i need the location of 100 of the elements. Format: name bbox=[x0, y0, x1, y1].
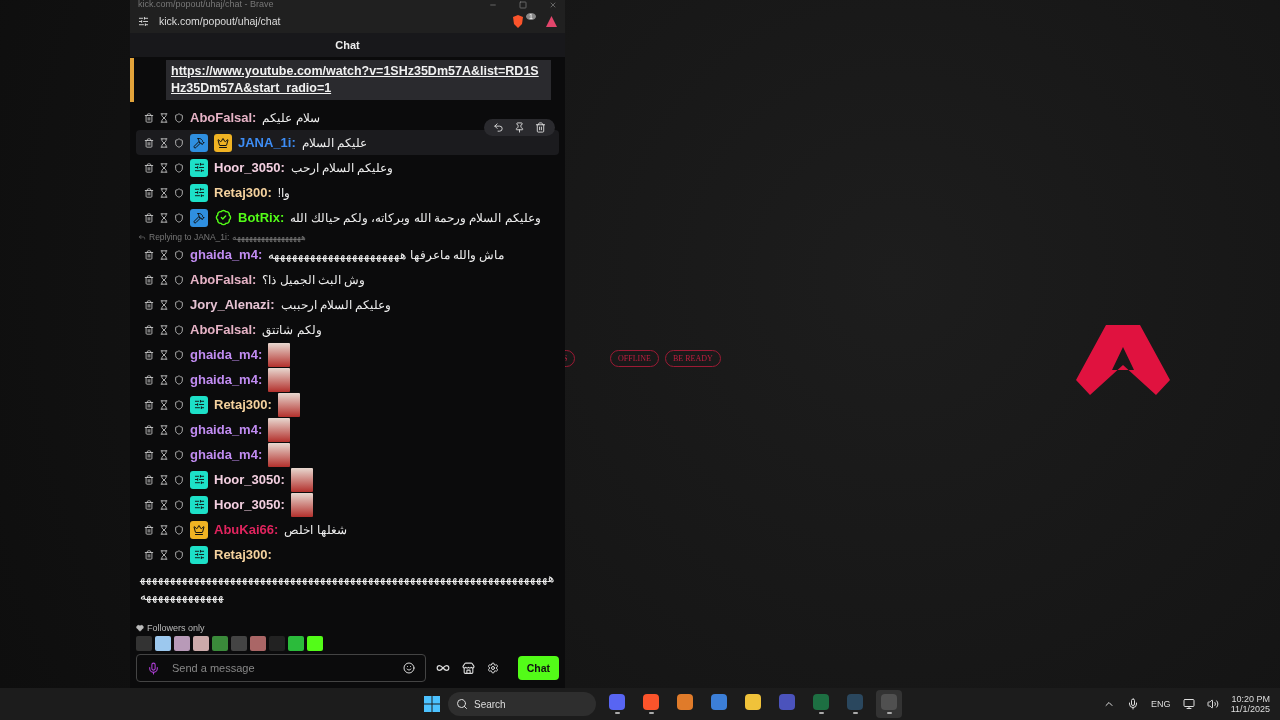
message-input[interactable]: Send a message bbox=[170, 661, 393, 675]
shield-icon[interactable] bbox=[174, 212, 184, 223]
emoji-icon[interactable] bbox=[403, 662, 415, 674]
shield-icon[interactable] bbox=[174, 137, 184, 148]
username[interactable]: AboFalsal: bbox=[190, 322, 257, 337]
close-icon[interactable] bbox=[549, 1, 557, 9]
shield-icon[interactable] bbox=[174, 374, 184, 385]
chat-title: Chat bbox=[335, 39, 360, 51]
shield-icon[interactable] bbox=[174, 524, 184, 535]
window-title: kick.com/popout/uhaj/chat - Brave bbox=[138, 0, 274, 9]
username[interactable]: Hoor_3050: bbox=[214, 497, 285, 512]
delete-icon[interactable] bbox=[144, 349, 154, 360]
shield-icon[interactable] bbox=[174, 187, 184, 198]
monitor-icon[interactable] bbox=[1182, 698, 1195, 710]
site-settings-icon[interactable] bbox=[138, 15, 149, 27]
hourglass-icon[interactable] bbox=[159, 524, 169, 535]
delete-icon[interactable] bbox=[144, 274, 154, 285]
store-button[interactable] bbox=[460, 659, 477, 677]
shield-icon[interactable] bbox=[174, 449, 184, 460]
hourglass-icon[interactable] bbox=[159, 324, 169, 335]
shield-icon[interactable] bbox=[174, 112, 184, 123]
shield-icon[interactable] bbox=[174, 549, 184, 560]
message-text: عليكم السلام bbox=[301, 135, 368, 150]
delete-icon[interactable] bbox=[144, 187, 154, 198]
hourglass-icon[interactable] bbox=[159, 349, 169, 360]
emote-image bbox=[268, 342, 291, 367]
username[interactable]: Jory_Alenazi: bbox=[190, 297, 275, 312]
start-icon[interactable] bbox=[424, 696, 440, 712]
clock-date[interactable]: 11/1/2025 bbox=[1230, 704, 1270, 714]
username[interactable]: ghaida_m4: bbox=[190, 247, 263, 262]
hourglass-icon[interactable] bbox=[159, 424, 169, 435]
delete-icon[interactable] bbox=[144, 424, 154, 435]
shield-icon[interactable] bbox=[174, 499, 184, 510]
delete-icon[interactable] bbox=[144, 324, 154, 335]
hourglass-icon[interactable] bbox=[159, 137, 169, 148]
triangle-icon[interactable] bbox=[546, 15, 557, 27]
address-field[interactable]: kick.com/popout/uhaj/chat bbox=[159, 15, 503, 27]
username[interactable]: Retaj300: bbox=[214, 185, 272, 200]
username[interactable]: Retaj300: bbox=[214, 547, 272, 562]
shield-icon[interactable] bbox=[174, 249, 184, 260]
hourglass-icon[interactable] bbox=[159, 212, 169, 223]
username[interactable]: ghaida_m4: bbox=[190, 422, 263, 437]
hourglass-icon[interactable] bbox=[159, 374, 169, 385]
delete-icon[interactable] bbox=[144, 162, 154, 173]
hourglass-icon[interactable] bbox=[159, 299, 169, 310]
delete-icon[interactable] bbox=[144, 299, 154, 310]
shield-icon[interactable] bbox=[174, 274, 184, 285]
hourglass-icon[interactable] bbox=[159, 549, 169, 560]
reply-preview: Replying to JANA_1i: هههههههههههههههههه bbox=[149, 232, 306, 242]
shield-icon[interactable] bbox=[174, 424, 184, 435]
username[interactable]: AbuKai66: bbox=[214, 522, 279, 537]
shield-icon[interactable] bbox=[174, 474, 184, 485]
username[interactable]: Hoor_3050: bbox=[214, 472, 285, 487]
username[interactable]: ghaida_m4: bbox=[190, 447, 263, 462]
emote-image bbox=[277, 392, 300, 417]
delete-icon[interactable] bbox=[144, 449, 154, 460]
shield-icon[interactable] bbox=[174, 162, 184, 173]
delete-icon[interactable] bbox=[144, 137, 154, 148]
mic-icon[interactable] bbox=[1127, 698, 1140, 710]
username[interactable]: JANA_1i: bbox=[238, 135, 296, 150]
chat-send-button[interactable]: Chat bbox=[517, 656, 559, 680]
pinned-link[interactable]: https://www.youtube.com/watch?v=1SHz35Dm57A&list=RD1SHz35Dm57A&start_radio=1 bbox=[171, 63, 546, 97]
hourglass-icon[interactable] bbox=[159, 399, 169, 410]
shield-icon[interactable] bbox=[174, 299, 184, 310]
hourglass-icon[interactable] bbox=[159, 162, 169, 173]
delete-icon[interactable] bbox=[144, 524, 154, 535]
delete-icon[interactable] bbox=[144, 474, 154, 485]
moderator-badge bbox=[190, 133, 208, 152]
message-text: وعليكم السلام ورحمة الله وبركاته، ولكم حيالك الله bbox=[290, 210, 541, 225]
hourglass-icon[interactable] bbox=[159, 187, 169, 198]
shield-icon[interactable] bbox=[174, 349, 184, 360]
hourglass-icon[interactable] bbox=[159, 249, 169, 260]
delete-icon[interactable] bbox=[144, 112, 154, 123]
username[interactable]: ghaida_m4: bbox=[190, 372, 263, 387]
username[interactable]: AboFalsal: bbox=[190, 110, 257, 125]
delete-icon[interactable] bbox=[144, 374, 154, 385]
username[interactable]: BotRix: bbox=[238, 210, 285, 225]
username[interactable]: ghaida_m4: bbox=[190, 347, 263, 362]
shield-icon[interactable] bbox=[174, 399, 184, 410]
username[interactable]: Hoor_3050: bbox=[214, 160, 285, 175]
delete-icon[interactable] bbox=[144, 549, 154, 560]
delete-icon[interactable] bbox=[144, 249, 154, 260]
hourglass-icon[interactable] bbox=[159, 112, 169, 123]
language-indicator[interactable]: ENG bbox=[1151, 699, 1171, 709]
hourglass-icon[interactable] bbox=[159, 499, 169, 510]
shield-icon[interactable] bbox=[174, 324, 184, 335]
username[interactable]: Retaj300: bbox=[214, 397, 272, 412]
delete-icon[interactable] bbox=[144, 499, 154, 510]
settings-button[interactable] bbox=[485, 660, 501, 676]
message-field[interactable]: Send a message bbox=[136, 654, 426, 682]
message-text: وعليكم السلام ارحب bbox=[290, 160, 394, 175]
delete-icon[interactable] bbox=[144, 399, 154, 410]
delete-icon[interactable] bbox=[144, 212, 154, 223]
hourglass-icon[interactable] bbox=[159, 449, 169, 460]
hourglass-icon[interactable] bbox=[159, 474, 169, 485]
username[interactable]: AboFalsal: bbox=[190, 272, 257, 287]
clock-time[interactable]: 10:20 PM bbox=[1231, 694, 1270, 704]
volume-icon[interactable] bbox=[1206, 698, 1219, 710]
hourglass-icon[interactable] bbox=[159, 274, 169, 285]
search-field[interactable]: Search bbox=[448, 692, 596, 716]
